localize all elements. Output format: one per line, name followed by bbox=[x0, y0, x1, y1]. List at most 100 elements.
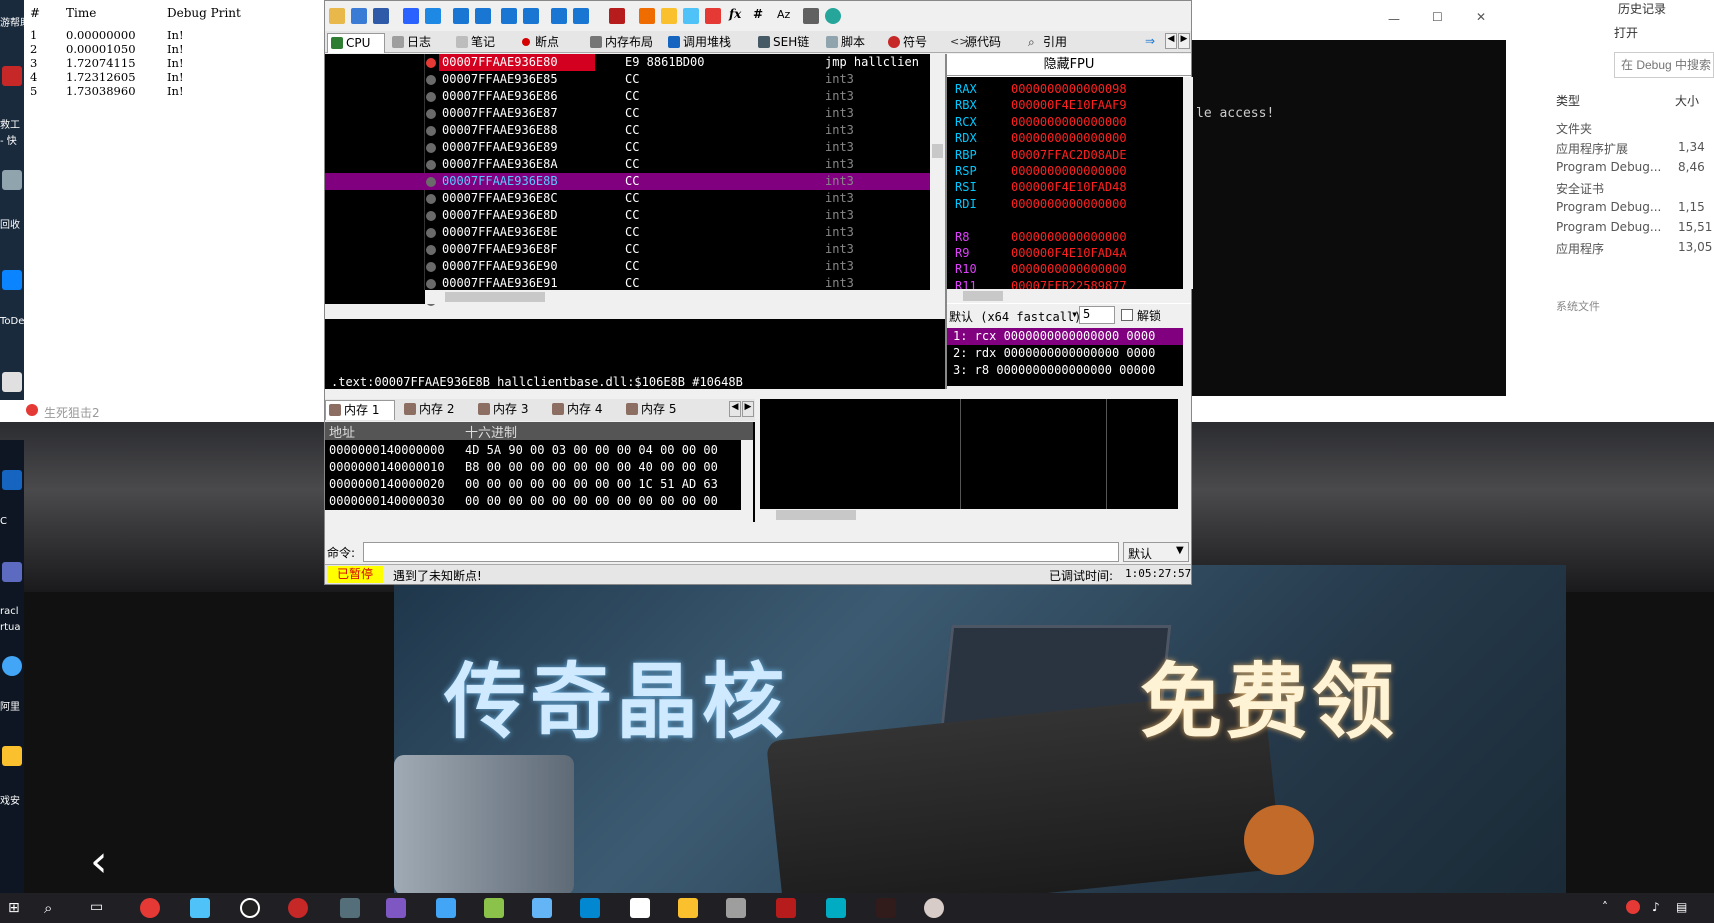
col-size-header[interactable]: 大小 bbox=[1675, 92, 1699, 109]
minimize-icon[interactable]: — bbox=[1388, 12, 1400, 26]
trace-into-icon[interactable] bbox=[501, 8, 517, 24]
todesk-icon[interactable] bbox=[2, 270, 22, 290]
disasm-row[interactable]: 00007FFAAE936E8F CC int3 bbox=[325, 241, 930, 258]
hex-vscroll[interactable] bbox=[741, 440, 753, 510]
file-type[interactable]: 应用程序扩展 bbox=[1556, 140, 1628, 157]
tab-scroll-left[interactable]: ◀ bbox=[1165, 33, 1177, 49]
search-icon[interactable]: ⌕ bbox=[44, 899, 52, 917]
disasm-row[interactable]: 00007FFAAE936E8A CC int3 bbox=[325, 156, 930, 173]
register-value[interactable]: 0000000000000000 bbox=[1011, 163, 1127, 179]
tab-more-icon[interactable]: ⇒ bbox=[1145, 34, 1155, 48]
desktop-app-icon[interactable] bbox=[2, 470, 22, 490]
regs-vscroll[interactable] bbox=[1183, 77, 1193, 289]
game-launcher-icon[interactable] bbox=[776, 898, 796, 918]
comment-icon[interactable] bbox=[661, 8, 677, 24]
trace-record-icon[interactable] bbox=[609, 8, 625, 24]
breakpoint-dot-icon[interactable] bbox=[426, 126, 436, 136]
app-icon[interactable] bbox=[876, 898, 896, 918]
hex-dump-view[interactable]: 地址 十六进制 0000000140000000 4D 5A 90 00 03 0… bbox=[325, 422, 755, 525]
scroll-thumb[interactable] bbox=[963, 291, 1003, 301]
task-view-icon[interactable]: ▭ bbox=[90, 899, 103, 915]
file-type[interactable]: Program Debug... bbox=[1556, 220, 1661, 234]
arg-row[interactable]: 2: rdx 0000000000000000 0000 bbox=[953, 345, 1155, 362]
search-input[interactable] bbox=[1614, 52, 1714, 78]
breakpoint-dot-icon[interactable] bbox=[426, 211, 436, 221]
register-value[interactable]: 000000F4E10FAD48 bbox=[1011, 179, 1127, 195]
breakpoint-dot-icon[interactable] bbox=[426, 58, 436, 68]
arg-count-spinner[interactable]: 5 bbox=[1079, 306, 1115, 324]
aliyun-icon[interactable] bbox=[2, 656, 22, 676]
breakpoint-dot-icon[interactable] bbox=[426, 279, 436, 289]
callconv-dropdown[interactable]: 默认 (x64 fastcall) bbox=[949, 308, 1081, 325]
tab-log[interactable]: 日志 bbox=[389, 33, 447, 53]
disasm-row[interactable]: 00007FFAAE936E88 CC int3 bbox=[325, 122, 930, 139]
register-value[interactable]: 0000000000000098 bbox=[1011, 81, 1127, 97]
chrome-icon[interactable] bbox=[140, 898, 160, 918]
hex-bytes[interactable]: B8 00 00 00 00 00 00 00 40 00 00 00 bbox=[465, 459, 718, 476]
file-explorer-icon[interactable] bbox=[678, 898, 698, 918]
disasm-hscroll[interactable] bbox=[425, 290, 945, 304]
register-value[interactable]: 000000F4E10FAD4A bbox=[1011, 245, 1127, 261]
game-taskbar-icon[interactable] bbox=[924, 898, 944, 918]
typora-icon[interactable] bbox=[630, 898, 650, 918]
register-list[interactable]: RAX 0000000000000098 RBX 000000F4E10FAAF9 RC… bbox=[947, 77, 1183, 293]
register-value[interactable]: 0000000000000000 bbox=[1011, 130, 1127, 146]
stack-hscroll[interactable] bbox=[760, 509, 1190, 521]
register-value[interactable]: 0000000000000000 bbox=[1011, 261, 1127, 277]
arg-row[interactable]: 1: rcx 0000000000000000 0000 bbox=[947, 328, 1183, 345]
command-mode-dropdown[interactable]: 默认 ▼ bbox=[1123, 542, 1189, 562]
debugview-window[interactable]: # Time Debug Print 1 0.00000000 In! 2 0.000… bbox=[24, 0, 324, 400]
scroll-thumb[interactable] bbox=[445, 292, 545, 302]
col-type-header[interactable]: 类型 bbox=[1556, 92, 1580, 109]
disasm-row[interactable]: 00007FFAAE936E86 CC int3 bbox=[325, 88, 930, 105]
run-to-user-code-icon[interactable] bbox=[573, 8, 589, 24]
scroll-thumb[interactable] bbox=[776, 510, 856, 520]
tab-notes[interactable]: 笔记 bbox=[453, 33, 511, 53]
register-value[interactable]: 0000000000000000 bbox=[1011, 114, 1127, 130]
register-value[interactable]: 00007FFAC2D08ADE bbox=[1011, 147, 1127, 163]
memtab-scroll-left[interactable]: ◀ bbox=[729, 401, 741, 417]
file-type[interactable]: 应用程序 bbox=[1556, 240, 1604, 257]
tab-seh[interactable]: SEH链 bbox=[755, 33, 819, 53]
bookmark-icon[interactable] bbox=[705, 8, 721, 24]
calculator-icon[interactable] bbox=[803, 8, 819, 24]
label-icon[interactable] bbox=[683, 8, 699, 24]
register-value[interactable]: 000000F4E10FAAF9 bbox=[1011, 97, 1127, 113]
font-icon[interactable]: Az bbox=[777, 8, 790, 21]
volume-icon[interactable]: ♪ bbox=[1652, 900, 1660, 914]
tab-scroll-right[interactable]: ▶ bbox=[1178, 33, 1190, 49]
tab-symbols[interactable]: 符号 bbox=[885, 33, 943, 53]
notepad-icon[interactable] bbox=[484, 898, 504, 918]
disasm-row[interactable]: 00007FFAAE936E87 CC int3 bbox=[325, 105, 930, 122]
file-type[interactable]: 文件夹 bbox=[1556, 120, 1592, 137]
app-icon[interactable] bbox=[580, 898, 600, 918]
tray-chevron-icon[interactable]: ˄ bbox=[1602, 900, 1608, 914]
desktop-app-icon[interactable] bbox=[2, 66, 22, 86]
breakpoint-dot-icon[interactable] bbox=[426, 228, 436, 238]
breakpoint-dot-icon[interactable] bbox=[426, 245, 436, 255]
console-window[interactable]: — ☐ ✕ le access! bbox=[1188, 0, 1510, 400]
breakpoint-dot-icon[interactable] bbox=[426, 92, 436, 102]
call-args-panel[interactable]: 默认 (x64 fastcall) ▾ 5 解锁 1: rcx 00000000… bbox=[945, 304, 1191, 389]
file-type[interactable]: 安全证书 bbox=[1556, 180, 1604, 197]
close-debug-icon[interactable] bbox=[373, 8, 389, 24]
maximize-icon[interactable]: ☐ bbox=[1432, 10, 1443, 24]
security-icon[interactable] bbox=[2, 746, 22, 766]
memtab-scroll-right[interactable]: ▶ bbox=[742, 401, 754, 417]
register-value[interactable]: 0000000000000000 bbox=[1011, 196, 1127, 212]
tab-cpu[interactable]: CPU bbox=[327, 33, 385, 53]
mail-icon[interactable] bbox=[2, 372, 22, 392]
disasm-row[interactable]: 00007FFAAE936E8B CC int3 bbox=[325, 173, 930, 190]
network-icon[interactable]: ▤ bbox=[1676, 900, 1687, 914]
disasm-row[interactable]: 00007FFAAE936E89 CC int3 bbox=[325, 139, 930, 156]
breakpoint-dot-icon[interactable] bbox=[426, 160, 436, 170]
tab-breakpoints[interactable]: 断点 bbox=[517, 33, 581, 53]
function-icon[interactable]: fx bbox=[729, 7, 741, 21]
disasm-row[interactable]: 00007FFAAE936E80 E9 8861BD00 jmp hallclien bbox=[325, 54, 930, 71]
regs-hscroll[interactable] bbox=[947, 289, 1191, 303]
hex-bytes[interactable]: 4D 5A 90 00 03 00 00 00 04 00 00 00 bbox=[465, 442, 718, 459]
tab-memory-3[interactable]: 内存 3 bbox=[475, 400, 543, 420]
globe-icon[interactable] bbox=[825, 8, 841, 24]
disasm-row[interactable]: 00007FFAAE936E90 CC int3 bbox=[325, 258, 930, 275]
file-type[interactable]: Program Debug... bbox=[1556, 200, 1661, 214]
